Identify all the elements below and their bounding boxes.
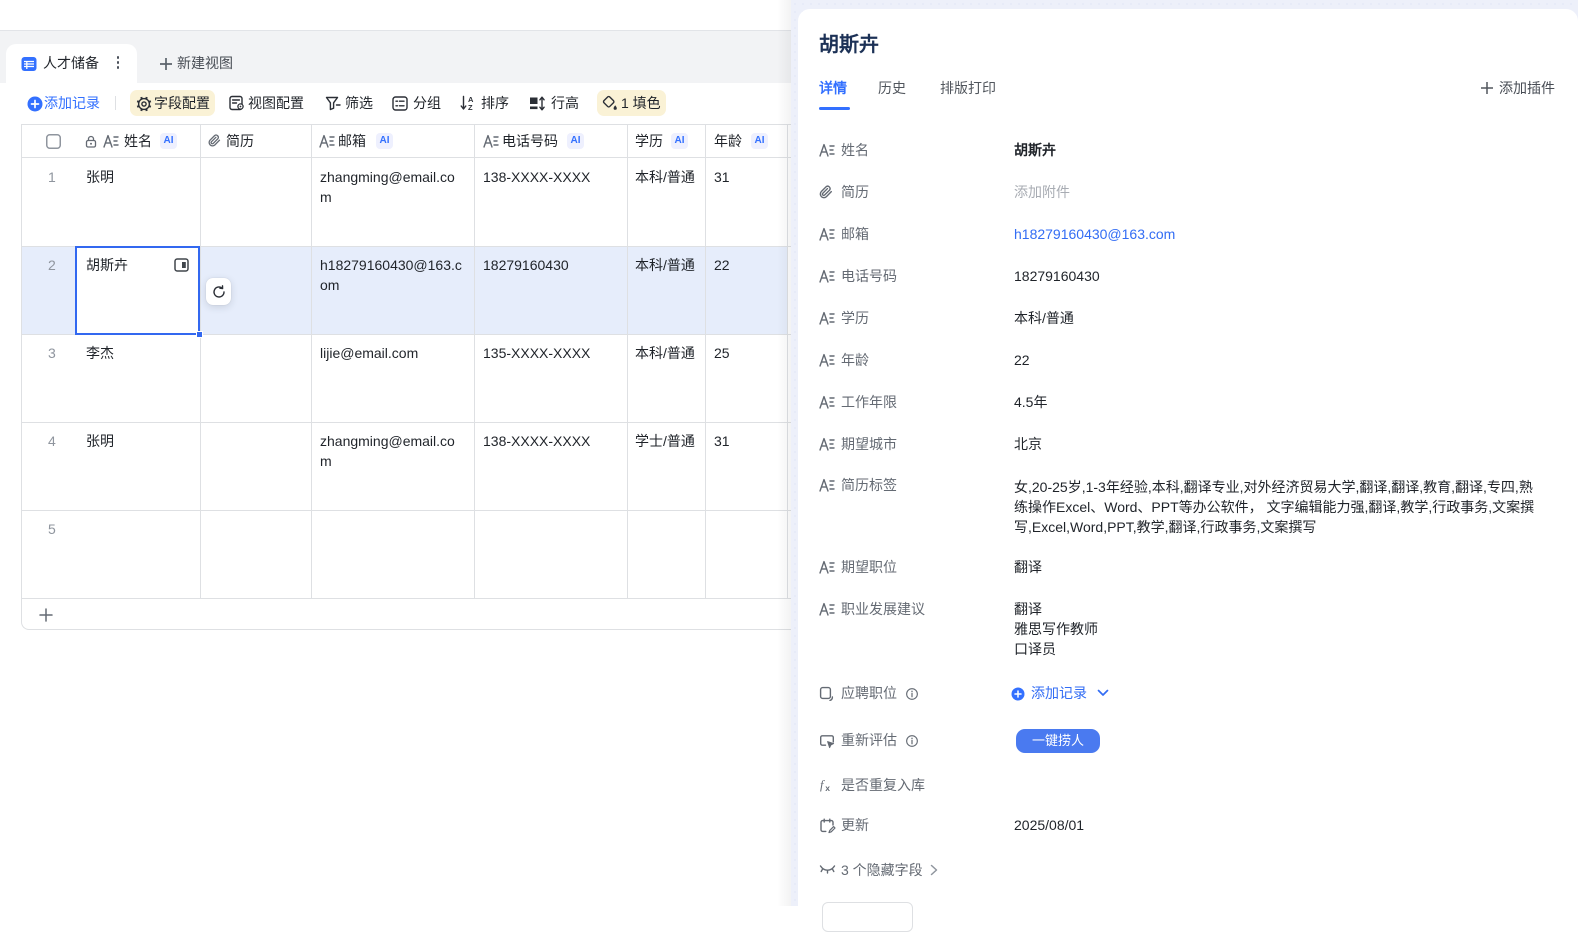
- svg-text:x: x: [825, 783, 830, 792]
- svg-text:Z: Z: [468, 103, 473, 111]
